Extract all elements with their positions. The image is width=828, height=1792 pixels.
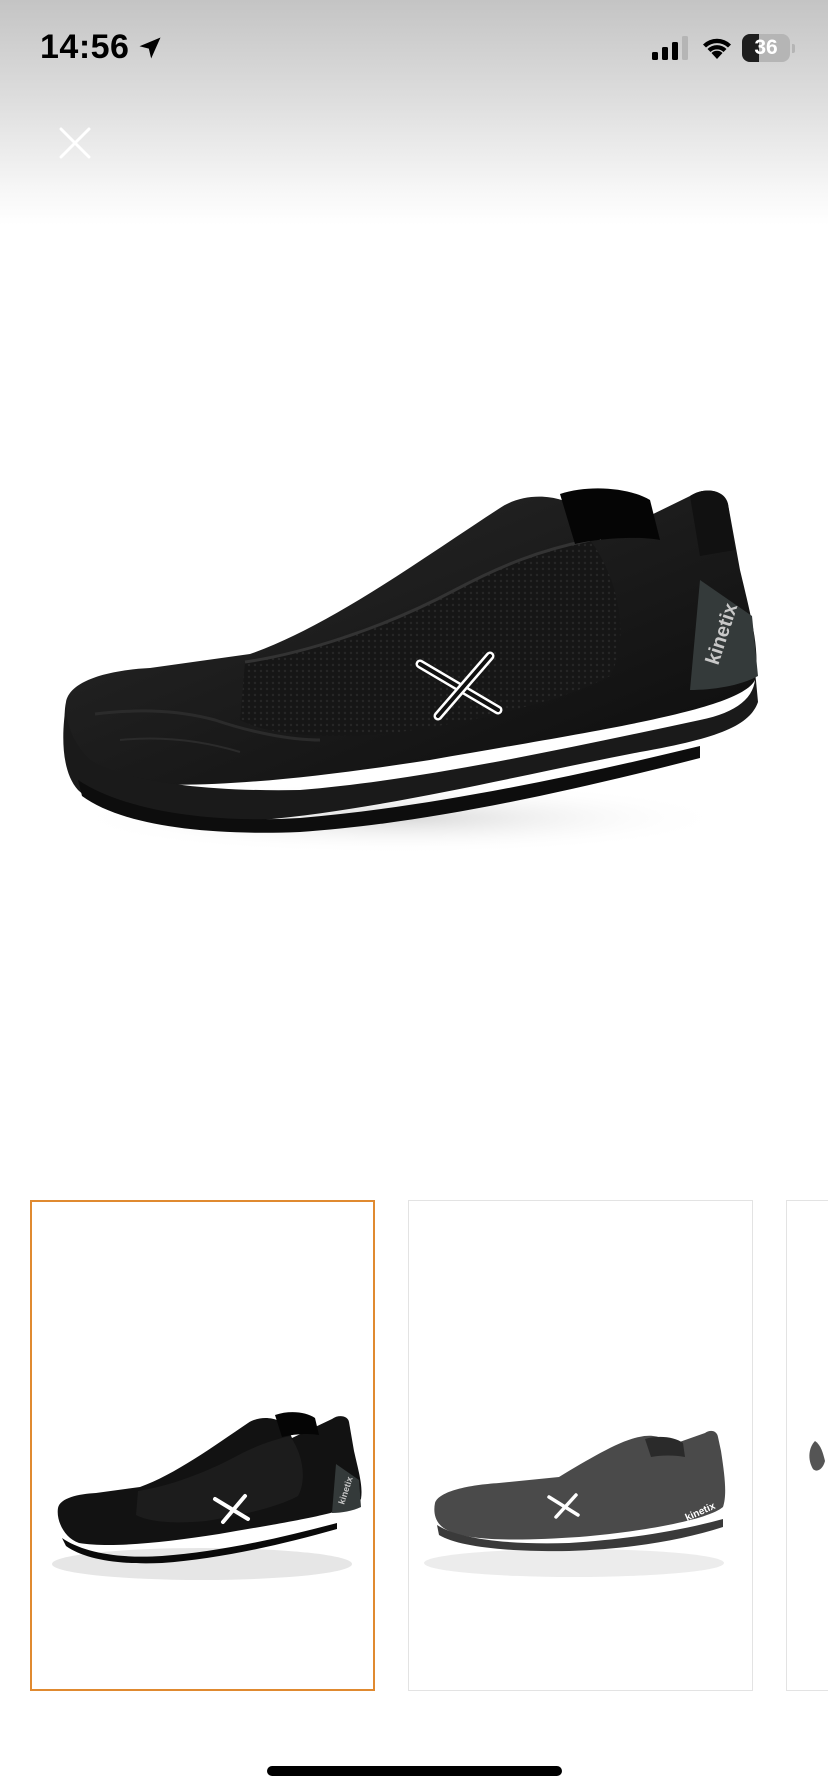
thumbnail-2[interactable]: kinetix [408,1200,753,1691]
thumbnail-strip[interactable]: kinetix kinetix [0,1200,828,1695]
status-time: 14:56 [40,28,130,66]
sneaker-image: kinetix [63,488,758,854]
thumbnail-2-image: kinetix [424,1430,726,1577]
battery-indicator: 36 [742,34,795,62]
product-image-gallery-screen: 14:56 36 kinetix kinetix kinetix [0,0,828,1792]
location-arrow-icon [139,37,161,59]
thumbnail-1-image: kinetix [52,1412,362,1580]
battery-nub [792,44,795,53]
close-button[interactable] [50,118,100,168]
close-icon [59,127,91,159]
thumbnail-3[interactable] [786,1200,828,1691]
thumbnail-3-image [809,1441,825,1471]
home-indicator[interactable] [267,1766,562,1776]
main-product-image[interactable]: kinetix [0,440,828,880]
thumbnail-1[interactable]: kinetix [30,1200,375,1691]
battery-level: 36 [754,36,778,59]
status-bar: 14:56 36 [0,0,828,100]
wifi-icon [703,38,731,59]
cellular-signal-icon [652,36,688,60]
battery-body: 36 [742,34,790,62]
